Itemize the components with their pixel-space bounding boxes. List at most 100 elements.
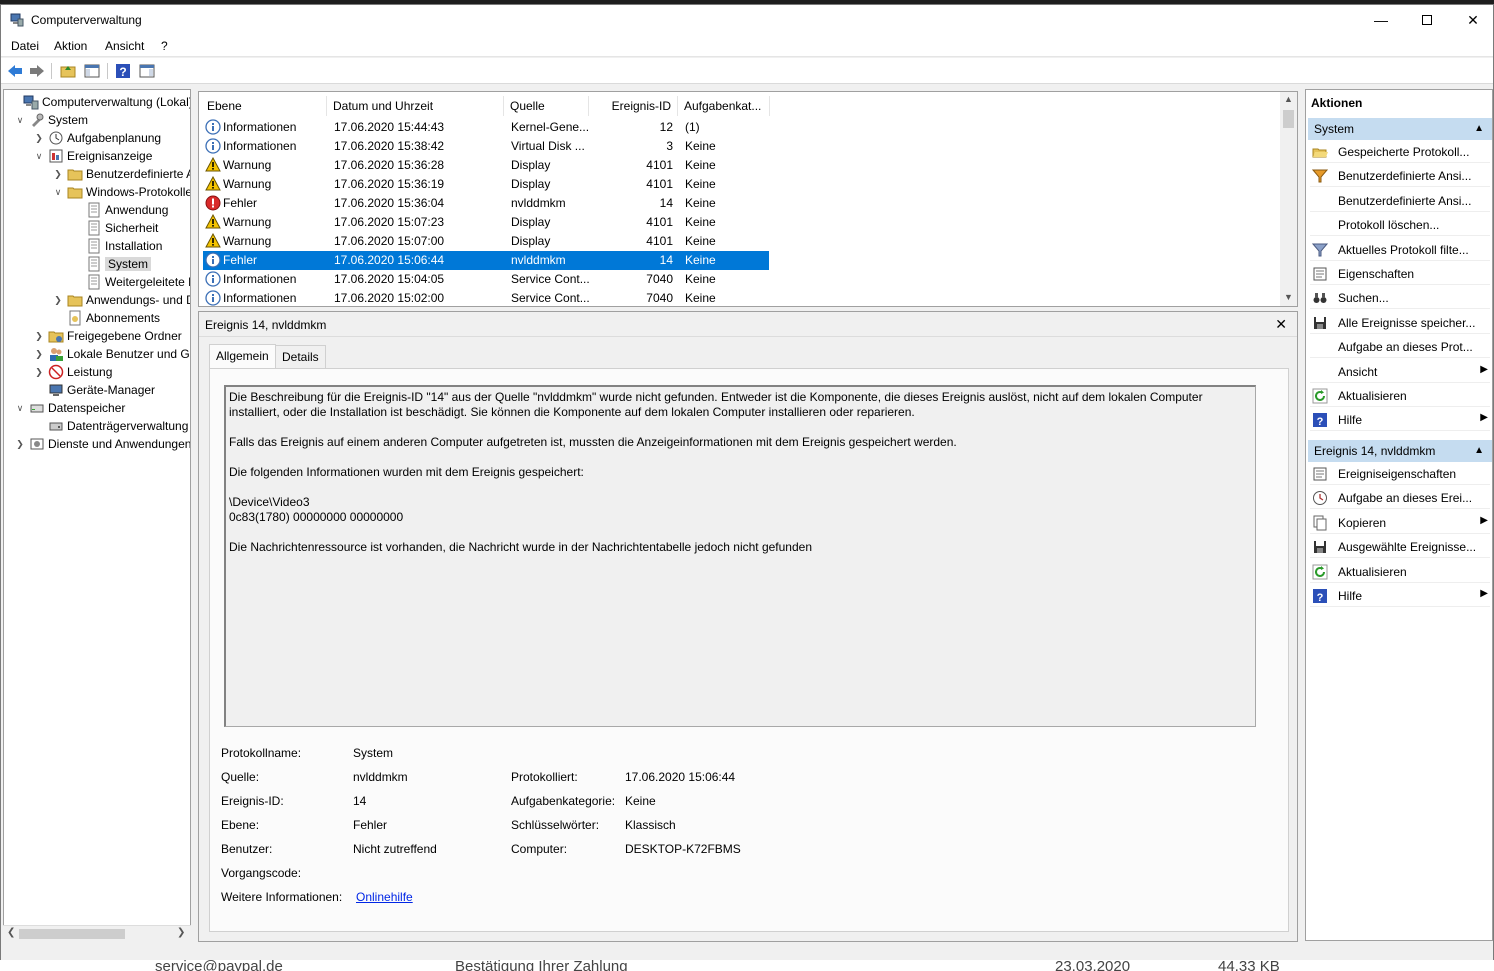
expand-chevron-icon[interactable]: ❯ bbox=[33, 367, 45, 378]
tab-details[interactable]: Details bbox=[275, 345, 326, 369]
tree-item[interactable]: ❯ Lokale Benutzer und Gr bbox=[33, 345, 190, 363]
event-row[interactable]: Warnung 17.06.2020 15:07:23 Display 4101 Kei… bbox=[203, 213, 769, 232]
action-item[interactable]: Aktualisieren bbox=[1310, 561, 1490, 583]
expand-chevron-icon[interactable]: ❯ bbox=[14, 439, 26, 450]
event-description[interactable]: Die Beschreibung für die Ereignis-ID "14… bbox=[224, 385, 1256, 727]
action-item[interactable]: ? Hilfe ▶ bbox=[1310, 585, 1490, 607]
tree-item-label: Windows-Protokolle bbox=[86, 185, 191, 199]
tree-item[interactable]: Datenträgerverwaltung bbox=[33, 417, 188, 435]
action-item[interactable]: Ausgewählte Ereignisse... bbox=[1310, 536, 1490, 559]
column-header-ebene[interactable]: Ebene bbox=[201, 96, 327, 116]
tree-item[interactable]: ∨ System bbox=[14, 111, 88, 129]
tree-item[interactable]: Installation bbox=[71, 237, 162, 255]
row-source: Display bbox=[511, 215, 551, 229]
event-row[interactable]: Warnung 17.06.2020 15:36:28 Display 4101 Kei… bbox=[203, 156, 769, 175]
tree-item[interactable]: System bbox=[71, 255, 152, 273]
action-item[interactable]: Benutzerdefinierte Ansi... bbox=[1310, 165, 1490, 188]
action-item[interactable]: Aktuelles Protokoll filte... bbox=[1310, 239, 1490, 261]
row-category: Keine bbox=[685, 196, 716, 210]
tree-item-label: Datenspeicher bbox=[48, 401, 126, 415]
tree-horizontal-scrollbar[interactable]: ❮ ❯ bbox=[3, 925, 191, 941]
row-source: Display bbox=[511, 158, 551, 172]
tree-item[interactable]: ❯ Freigegebene Ordner bbox=[33, 327, 182, 345]
event-row[interactable]: Informationen 17.06.2020 15:44:43 Kernel-G… bbox=[203, 118, 769, 137]
tree-item[interactable]: ❯ Leistung bbox=[33, 363, 112, 381]
column-header-quelle[interactable]: Quelle bbox=[504, 96, 589, 116]
column-header-id[interactable]: Ereignis-ID bbox=[589, 96, 678, 116]
collapse-chevron-icon[interactable]: ∨ bbox=[14, 403, 26, 414]
tree-item[interactable]: ∨ Windows-Protokolle bbox=[52, 183, 191, 201]
close-button[interactable]: ✕ bbox=[1450, 5, 1494, 35]
forward-arrow-icon[interactable] bbox=[28, 62, 46, 80]
event-row[interactable]: Warnung 17.06.2020 15:36:19 Display 4101 Kei… bbox=[203, 175, 769, 194]
event-row[interactable]: Warnung 17.06.2020 15:07:00 Display 4101 Kei… bbox=[203, 232, 769, 251]
show-hide-tree-icon[interactable] bbox=[83, 62, 101, 80]
menu-ansicht[interactable]: Ansicht bbox=[105, 39, 144, 53]
tree-item[interactable]: Abonnements bbox=[52, 309, 160, 327]
action-item[interactable]: Suchen... bbox=[1310, 287, 1490, 310]
expand-chevron-icon[interactable]: ❯ bbox=[52, 295, 64, 306]
close-detail-icon[interactable]: ✕ bbox=[1275, 316, 1287, 333]
back-arrow-icon[interactable] bbox=[6, 62, 24, 80]
event-row[interactable]: Informationen 17.06.2020 15:02:00 Service … bbox=[203, 289, 769, 306]
collapse-chevron-icon[interactable]: ∨ bbox=[52, 187, 64, 198]
tree-item[interactable]: ❯ Aufgabenplanung bbox=[33, 129, 161, 147]
action-item[interactable]: Ereigniseigenschaften bbox=[1310, 463, 1490, 485]
action-item[interactable]: Benutzerdefinierte Ansi... bbox=[1310, 190, 1490, 212]
tree-item[interactable]: ❯ Benutzerdefinierte A bbox=[52, 165, 190, 183]
collapse-chevron-icon[interactable]: ∨ bbox=[33, 151, 45, 162]
tree-item[interactable]: Geräte-Manager bbox=[33, 381, 155, 399]
event-row[interactable]: Fehler 17.06.2020 15:36:04 nvlddmkm 14 Keine bbox=[203, 194, 769, 213]
tree-item[interactable]: ∨ Datenspeicher bbox=[14, 399, 126, 417]
action-item[interactable]: Aufgabe an dieses Erei... bbox=[1310, 487, 1490, 510]
action-item[interactable]: ? Hilfe ▶ bbox=[1310, 409, 1490, 432]
help-icon[interactable]: ? bbox=[114, 62, 132, 80]
prop-level-value: Fehler bbox=[353, 818, 388, 832]
event-row[interactable]: Informationen 17.06.2020 15:38:42 Virtual … bbox=[203, 137, 769, 156]
tree-item[interactable]: Weitergeleitete E bbox=[71, 273, 190, 291]
expand-chevron-icon[interactable]: ❯ bbox=[52, 169, 64, 180]
minimize-button[interactable]: — bbox=[1358, 5, 1404, 35]
clock-icon bbox=[48, 130, 64, 146]
online-help-link[interactable]: Onlinehilfe bbox=[356, 890, 413, 904]
row-date: 17.06.2020 15:36:04 bbox=[334, 196, 445, 210]
action-item[interactable]: Alle Ereignisse speicher... bbox=[1310, 312, 1490, 334]
column-header-kategorie[interactable]: Aufgabenkat... bbox=[678, 96, 770, 116]
action-item[interactable]: Aktualisieren bbox=[1310, 385, 1490, 407]
event-row[interactable]: Fehler 17.06.2020 15:06:44 nvlddmkm 14 Keine bbox=[203, 251, 769, 270]
action-item[interactable]: Protokoll löschen... bbox=[1310, 214, 1490, 237]
expand-chevron-icon[interactable]: ❯ bbox=[33, 133, 45, 144]
actions-section-header[interactable]: System ▲ bbox=[1308, 118, 1492, 140]
tree-item[interactable]: Anwendung bbox=[71, 201, 168, 219]
tree-item[interactable]: ∨ Ereignisanzeige bbox=[33, 147, 153, 165]
tree-item[interactable]: ❯ Anwendungs- und D bbox=[52, 291, 190, 309]
expand-chevron-icon[interactable]: ❯ bbox=[33, 349, 45, 360]
collapse-caret-icon[interactable]: ▲ bbox=[1474, 445, 1484, 456]
collapse-chevron-icon[interactable]: ∨ bbox=[14, 115, 26, 126]
action-item[interactable]: Eigenschaften bbox=[1310, 263, 1490, 285]
menu-aktion[interactable]: Aktion bbox=[54, 39, 87, 53]
expand-chevron-icon[interactable]: ❯ bbox=[33, 331, 45, 342]
show-action-pane-icon[interactable] bbox=[138, 62, 156, 80]
list-vertical-scrollbar[interactable]: ▲ ▼ bbox=[1280, 92, 1297, 306]
action-item[interactable]: Kopieren ▶ bbox=[1310, 512, 1490, 534]
tree-item[interactable]: Sicherheit bbox=[71, 219, 158, 237]
prop-computer-value: DESKTOP-K72FBMS bbox=[625, 842, 741, 856]
tab-allgemein[interactable]: Allgemein bbox=[209, 344, 276, 369]
action-item[interactable]: Gespeicherte Protokoll... bbox=[1310, 141, 1490, 163]
tree-item[interactable]: Computerverwaltung (Lokal) bbox=[8, 93, 190, 111]
maximize-button[interactable] bbox=[1404, 5, 1450, 35]
action-item[interactable]: Aufgabe an dieses Prot... bbox=[1310, 336, 1490, 359]
actions-section-header[interactable]: Ereignis 14, nvlddmkm ▲ bbox=[1308, 440, 1492, 462]
action-item[interactable]: Ansicht ▶ bbox=[1310, 361, 1490, 383]
prop-moreinfo-label: Weitere Informationen: bbox=[221, 890, 343, 904]
row-event-id: 14 bbox=[659, 253, 673, 267]
up-folder-icon[interactable] bbox=[59, 62, 77, 80]
column-header-datum[interactable]: Datum und Uhrzeit bbox=[327, 96, 504, 116]
tree-item[interactable]: ❯ Dienste und Anwendungen bbox=[14, 435, 190, 453]
collapse-caret-icon[interactable]: ▲ bbox=[1474, 123, 1484, 134]
prop-log-value: System bbox=[353, 746, 394, 760]
menu-datei[interactable]: Datei bbox=[11, 39, 39, 53]
event-row[interactable]: Informationen 17.06.2020 15:04:05 Service … bbox=[203, 270, 769, 289]
menu-help[interactable]: ? bbox=[161, 39, 168, 53]
